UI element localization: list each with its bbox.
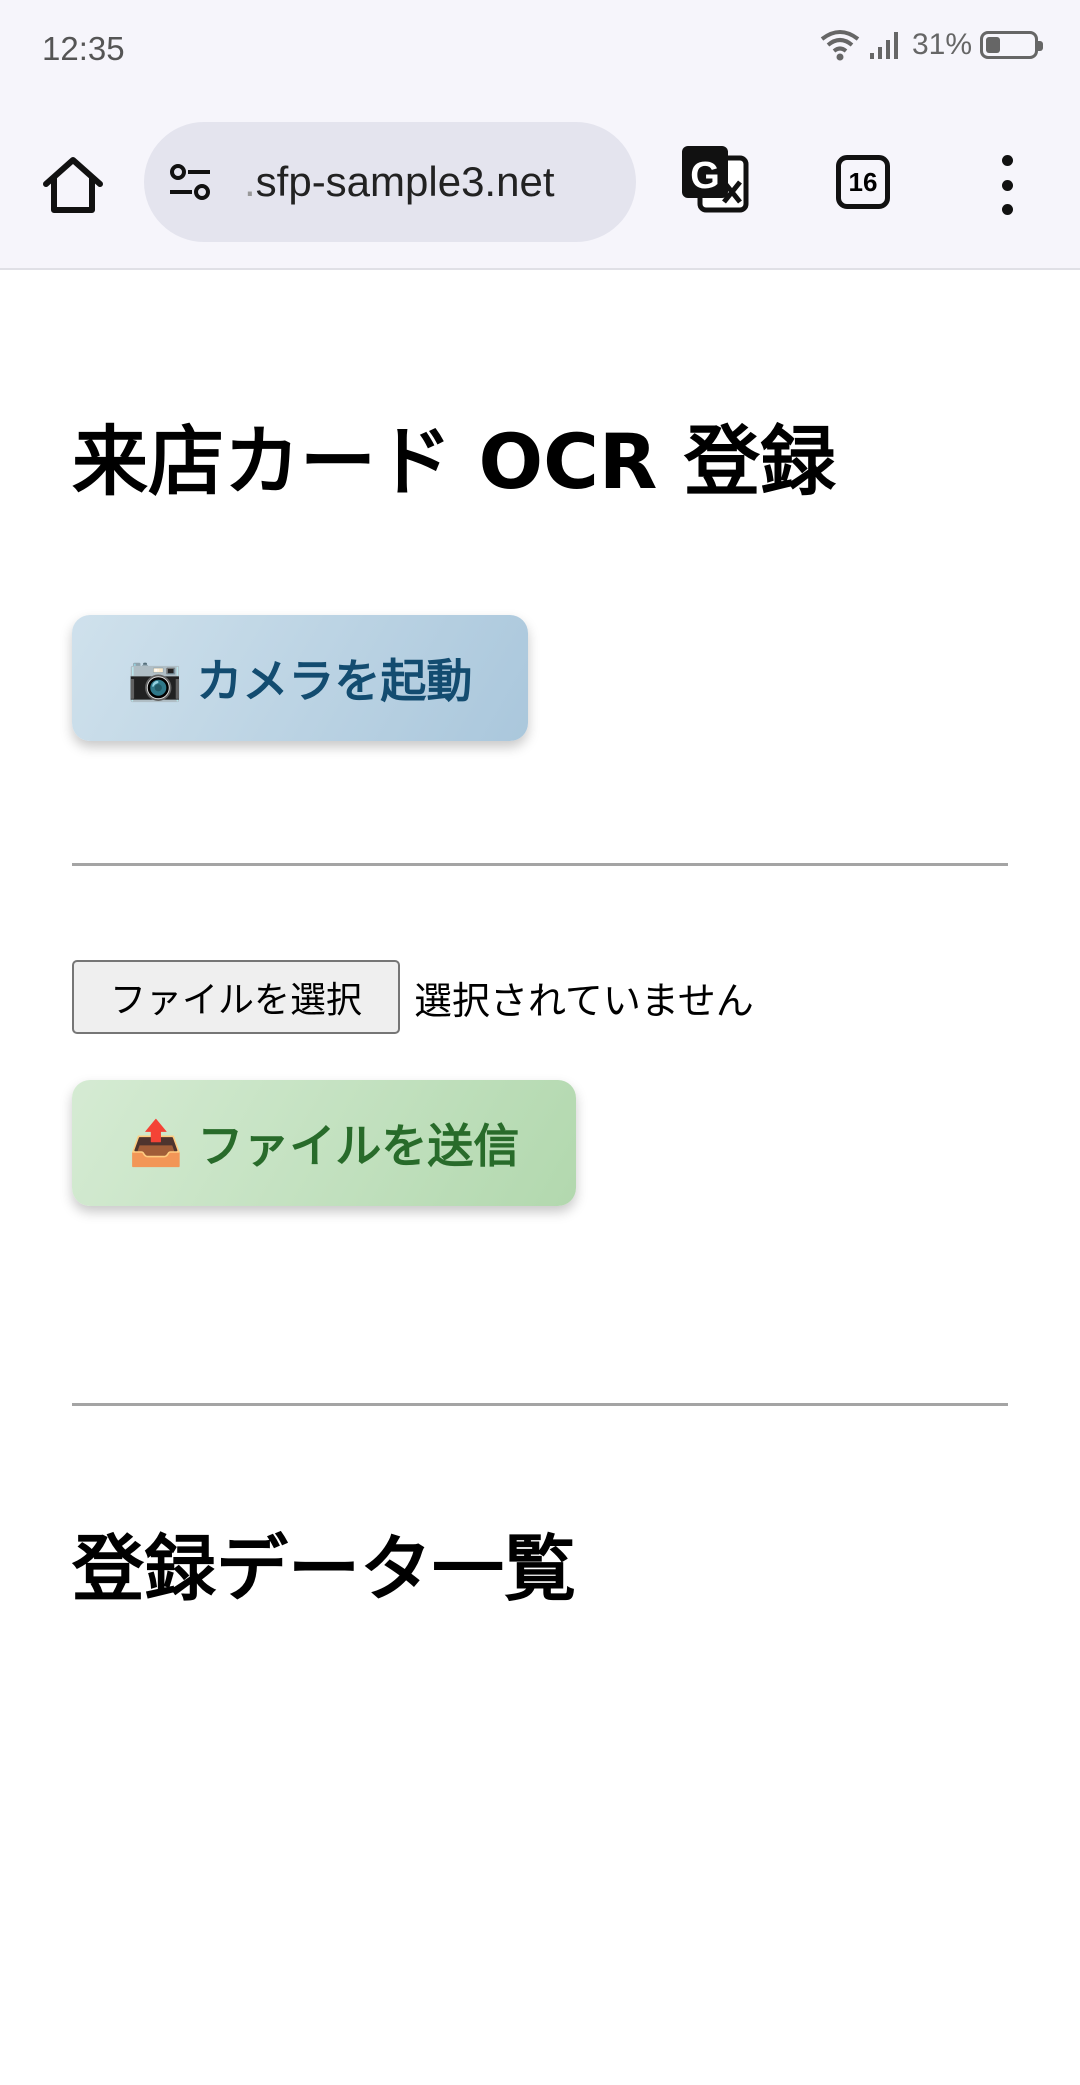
choose-file-button[interactable]: ファイルを選択 xyxy=(72,960,400,1034)
page-title: 来店カード OCR 登録 xyxy=(72,417,836,506)
send-file-button[interactable]: 📤 ファイルを送信 xyxy=(72,1080,576,1206)
send-file-label: ファイルを送信 xyxy=(197,1119,520,1173)
battery-percent: 31% xyxy=(911,28,972,61)
outbox-tray-icon: 📤 xyxy=(128,1118,184,1169)
battery-icon xyxy=(980,31,1043,59)
registered-data-heading: 登録データ一覧 xyxy=(72,1527,577,1611)
status-bar: 12:35 31% xyxy=(0,0,1080,100)
address-bar[interactable]: .sfp-sample3.net xyxy=(144,122,636,242)
more-menu-icon[interactable] xyxy=(990,155,1024,215)
start-camera-label: カメラを起動 xyxy=(196,654,473,708)
tab-switcher-button[interactable]: 16 xyxy=(836,155,890,209)
start-camera-button[interactable]: 📷 カメラを起動 xyxy=(72,615,528,741)
status-icons: 31% xyxy=(820,28,1043,62)
wifi-icon xyxy=(820,30,860,61)
file-input: ファイルを選択 選択されていません xyxy=(72,960,754,1034)
file-status-text: 選択されていません xyxy=(414,978,754,1023)
signal-icon xyxy=(869,32,898,59)
url-text[interactable]: .sfp-sample3.net xyxy=(244,158,555,206)
browser-toolbar: .sfp-sample3.net G 16 xyxy=(0,100,1080,270)
camera-icon: 📷 xyxy=(127,653,183,704)
site-settings-icon[interactable] xyxy=(166,158,214,206)
status-time: 12:35 xyxy=(42,30,125,67)
svg-text:G: G xyxy=(690,155,720,197)
divider xyxy=(72,1403,1008,1406)
translate-icon[interactable]: G xyxy=(680,144,750,214)
divider xyxy=(72,863,1008,866)
home-icon[interactable] xyxy=(38,150,108,220)
